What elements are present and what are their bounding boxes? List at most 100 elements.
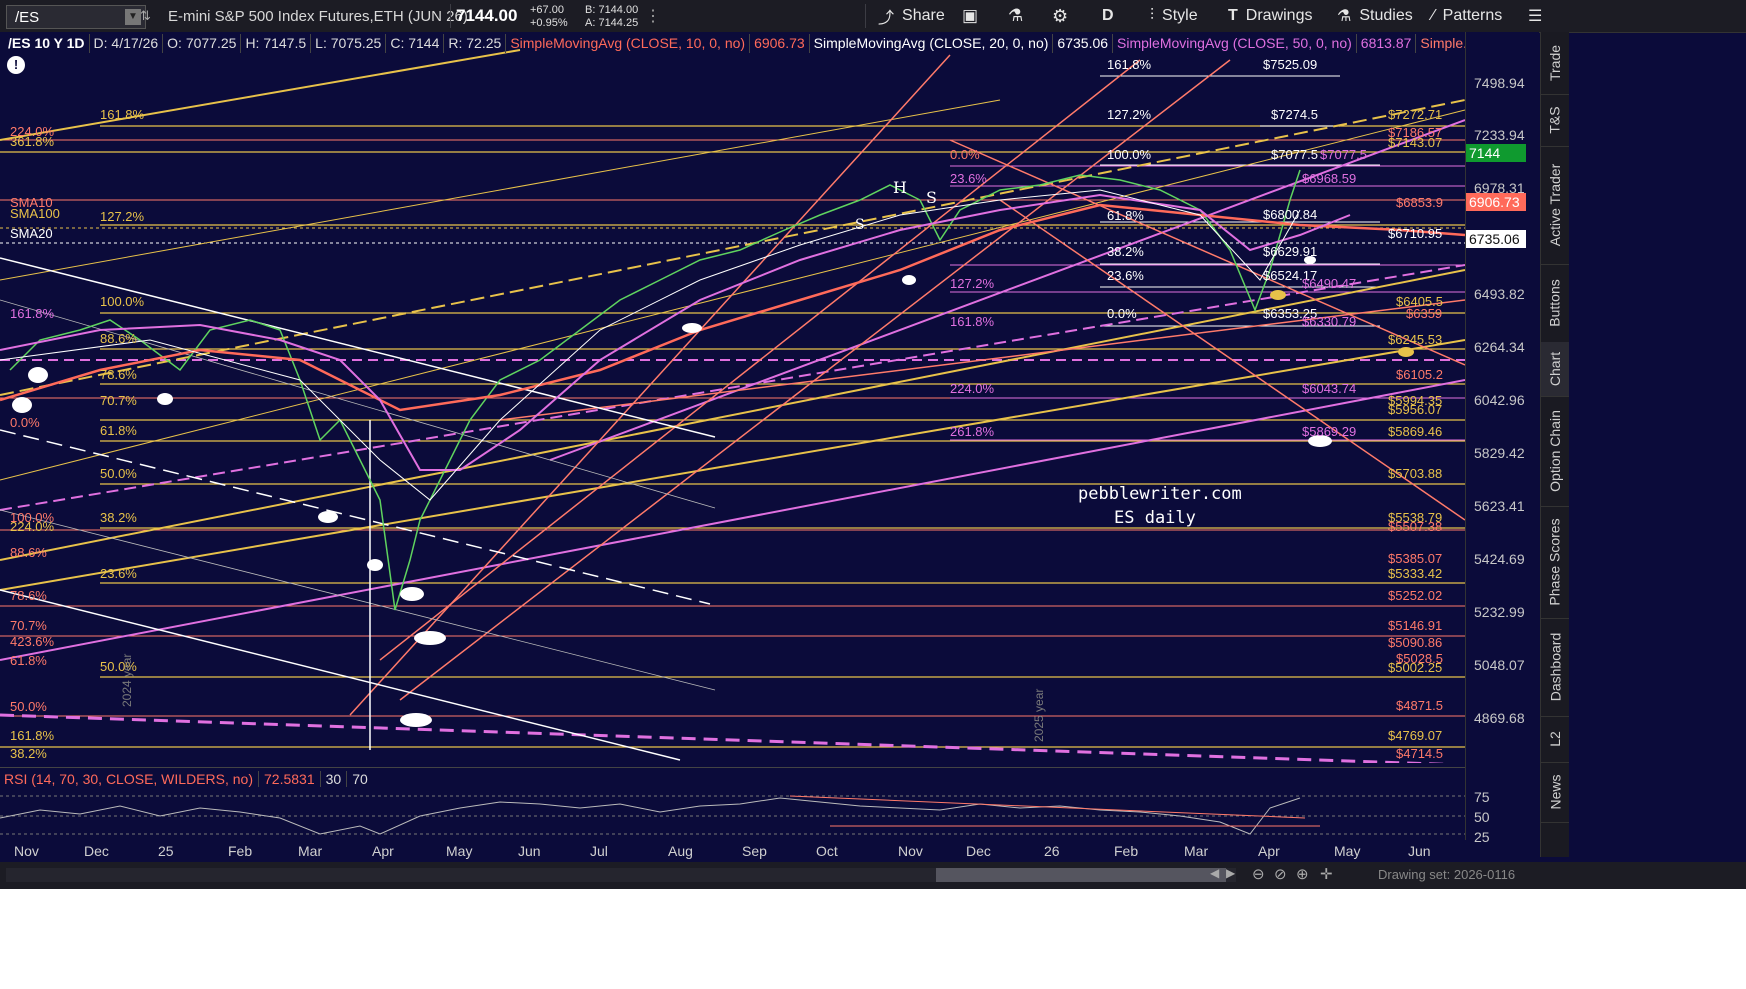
horizontal-scrollbar[interactable]: [6, 868, 1236, 882]
time-tick: Nov: [14, 843, 39, 859]
fib-label: 224.0%: [950, 381, 995, 396]
level-label: $5703.88: [1388, 466, 1443, 481]
patterns-button[interactable]: ⁄ Patterns: [1432, 0, 1502, 32]
status-bar: ◀ ▶ ⊖ ⊘ ⊕ ✛ Drawing set: 2026-0116: [0, 862, 1746, 889]
level-label: $5507.38: [1388, 519, 1443, 534]
fib-label: 70.7%: [10, 618, 47, 633]
fib-label: 161.8%: [10, 306, 55, 321]
watermark-title: ES daily: [1114, 508, 1196, 528]
fib-label: 38.2%: [1107, 244, 1144, 259]
gear-icon[interactable]: ⚙: [1052, 0, 1068, 32]
legend-sma10-value: 6906.73: [750, 34, 810, 53]
level-label: $4714.5: [1396, 746, 1443, 761]
time-axis[interactable]: Nov Dec 25 Feb Mar Apr May Jun Jul Aug S…: [0, 840, 1465, 862]
grid-icon[interactable]: ⋮: [645, 0, 665, 32]
fib-label: 100.0%: [100, 294, 145, 309]
fib-label: 88.6%: [100, 331, 137, 346]
price-tick: 7233.94: [1474, 127, 1525, 143]
rsi-plot: [0, 795, 1465, 835]
head-marker: H: [893, 178, 907, 197]
tab-dashboard[interactable]: Dashboard: [1541, 618, 1569, 717]
tab-trade[interactable]: Trade: [1541, 32, 1569, 95]
fib-label: 38.2%: [100, 510, 137, 525]
tab-chart[interactable]: Chart: [1541, 342, 1569, 397]
share-icon: ⤴: [878, 10, 895, 27]
style-button[interactable]: ⫶ Style: [1150, 0, 1198, 32]
scroll-right-icon[interactable]: ▶: [1226, 866, 1235, 880]
fib-label: 100.0%: [1107, 147, 1152, 162]
scrollbar-thumb[interactable]: [936, 868, 1226, 882]
rsi-tick: 25: [1474, 829, 1490, 845]
link-icon[interactable]: ⇅: [140, 0, 151, 32]
level-label: $5956.07: [1388, 402, 1443, 417]
screenshot-icon[interactable]: ▣: [962, 0, 978, 32]
flask-icon[interactable]: ⚗: [1008, 0, 1023, 32]
year-label: 2025 year: [1032, 688, 1046, 742]
tab-phase-scores[interactable]: Phase Scores: [1541, 506, 1569, 619]
rsi-panel[interactable]: RSI (14, 70, 30, CLOSE, WILDERS, no) 72.…: [0, 767, 1465, 841]
legend-symbol: /ES 10 Y 1D: [4, 34, 90, 53]
info-icon[interactable]: !: [7, 56, 25, 74]
level-label: $5333.42: [1388, 566, 1443, 581]
tab-option-chain[interactable]: Option Chain: [1541, 396, 1569, 507]
price-tick: 7498.94: [1474, 75, 1525, 91]
zoom-out-icon[interactable]: ⊖: [1252, 865, 1265, 883]
studies-button[interactable]: ⚗ Studies: [1337, 0, 1413, 32]
chevron-down-icon[interactable]: ▼: [125, 9, 141, 25]
fib-label: 78.6%: [10, 588, 47, 603]
chart-canvas: [0, 49, 1465, 763]
menu-icon[interactable]: ☰: [1528, 0, 1542, 32]
level-label: $5002.25: [1388, 660, 1443, 675]
shoulder-marker: S: [855, 217, 865, 233]
tab-buttons[interactable]: Buttons: [1541, 264, 1569, 343]
price-change: +67.00: [530, 4, 564, 16]
fib-label: 61.8%: [100, 423, 137, 438]
zoom-in-icon[interactable]: ⊕: [1296, 865, 1309, 883]
legend-sma50-value: 6813.87: [1357, 34, 1417, 53]
time-tick: Dec: [966, 843, 991, 859]
patterns-icon: ⁄: [1432, 7, 1435, 24]
fib-label: 23.6%: [950, 171, 987, 186]
legend-sma10[interactable]: SimpleMovingAvg (CLOSE, 10, 0, no): [506, 34, 751, 53]
drawings-button[interactable]: T Drawings: [1228, 0, 1312, 32]
share-button[interactable]: ⤴ Share: [878, 0, 945, 32]
fib-label: 0.0%: [1107, 306, 1137, 321]
level-label: $7272.71: [1388, 107, 1443, 122]
legend-open: O: 7077.25: [163, 34, 242, 53]
level-label: $6245.53: [1388, 332, 1443, 347]
level-label: $7525.09: [1263, 57, 1318, 72]
zoom-fit-icon[interactable]: ⊘: [1274, 865, 1287, 883]
shoulder-marker: S: [926, 188, 937, 207]
tab-active-trader[interactable]: Active Trader: [1541, 146, 1569, 265]
price-chart[interactable]: 161.8% $7525.09 127.2% $7274.5 $7272.71 …: [0, 32, 1465, 763]
price-tick: 6042.96: [1474, 392, 1525, 408]
time-tick: May: [1334, 843, 1361, 859]
level-label: $6043.74: [1302, 381, 1357, 396]
scroll-left-icon[interactable]: ◀: [1210, 866, 1219, 880]
fib-label: 0.0%: [950, 147, 980, 162]
time-tick: Jul: [590, 843, 608, 859]
fib-label: 50.0%: [10, 699, 47, 714]
period-label: D: [1102, 7, 1114, 24]
period-button[interactable]: D: [1102, 0, 1114, 32]
tab-news[interactable]: News: [1541, 762, 1569, 823]
tab-time-sales[interactable]: T&S: [1541, 94, 1569, 147]
legend-close: C: 7144: [386, 34, 445, 53]
crosshair-icon[interactable]: ✛: [1320, 865, 1333, 883]
level-label: $6853.9: [1396, 195, 1443, 210]
level-label: $4769.07: [1388, 728, 1443, 743]
fib-label: 161.8%: [950, 314, 995, 329]
fib-label: 261.8%: [950, 424, 995, 439]
symbol-selector[interactable]: /ES ▼: [6, 5, 146, 29]
drawing-set-label[interactable]: Drawing set: 2026-0116: [1378, 867, 1515, 882]
top-toolbar: /ES ▼ ⇅ E-mini S&P 500 Index Futures,ETH…: [0, 0, 1746, 33]
price-tick: 5424.69: [1474, 551, 1525, 567]
legend-sma50[interactable]: SimpleMovingAvg (CLOSE, 50, 0, no): [1113, 34, 1357, 53]
symbol-description: E-mini S&P 500 Index Futures,ETH (JUN 26…: [168, 7, 468, 25]
legend-sma20-value: 6735.06: [1053, 34, 1114, 53]
tab-l2[interactable]: L2: [1541, 716, 1569, 763]
price-change-pct: +0.95%: [530, 17, 568, 29]
legend-range: R: 72.25: [444, 34, 507, 53]
legend-sma20[interactable]: SimpleMovingAvg (CLOSE, 20, 0, no): [810, 34, 1054, 53]
symbol-text: /ES: [15, 8, 40, 26]
